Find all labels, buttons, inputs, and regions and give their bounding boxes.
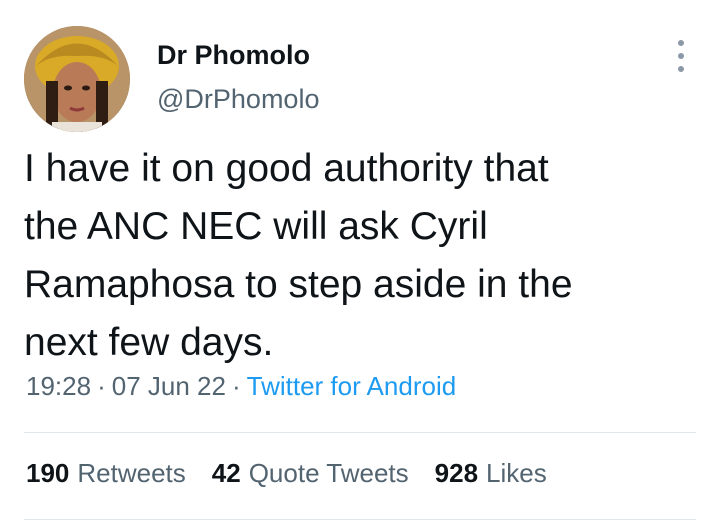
quote-tweets-count: 42 bbox=[211, 458, 241, 488]
divider bbox=[24, 432, 696, 433]
profile-photo-icon bbox=[24, 26, 130, 132]
likes-stat[interactable]: 928 Likes bbox=[435, 458, 547, 489]
retweets-count: 190 bbox=[26, 458, 70, 488]
dot bbox=[678, 40, 684, 46]
divider bbox=[24, 519, 696, 520]
quote-tweets-label: Quote Tweets bbox=[248, 458, 409, 488]
user-handle[interactable]: @DrPhomolo bbox=[157, 84, 319, 115]
tweet-card: Dr Phomolo @DrPhomolo I have it on good … bbox=[0, 0, 720, 522]
quote-tweets-stat[interactable]: 42 Quote Tweets bbox=[212, 458, 409, 489]
likes-label: Likes bbox=[486, 458, 547, 488]
likes-count: 928 bbox=[434, 458, 479, 488]
tweet-stats: 190 Retweets 42 Quote Tweets 928 Likes bbox=[26, 458, 547, 489]
tweet-time[interactable]: 19:28 bbox=[26, 371, 91, 401]
display-name[interactable]: Dr Phomolo bbox=[157, 40, 310, 71]
dot bbox=[678, 53, 684, 59]
separator: · bbox=[231, 371, 241, 401]
dot bbox=[678, 66, 684, 72]
tweet-text: I have it on good authority that the ANC… bbox=[24, 147, 573, 364]
tweet-metadata: 19:28 · 07 Jun 22 · Twitter for Android bbox=[26, 371, 456, 402]
tweet-source-link[interactable]: Twitter for Android bbox=[247, 371, 457, 401]
tweet-date[interactable]: 07 Jun 22 bbox=[112, 371, 226, 401]
retweets-stat[interactable]: 190 Retweets bbox=[26, 458, 186, 489]
retweets-label: Retweets bbox=[77, 458, 186, 488]
avatar[interactable] bbox=[24, 26, 130, 132]
more-options-icon[interactable] bbox=[670, 40, 692, 72]
separator: · bbox=[97, 371, 106, 401]
